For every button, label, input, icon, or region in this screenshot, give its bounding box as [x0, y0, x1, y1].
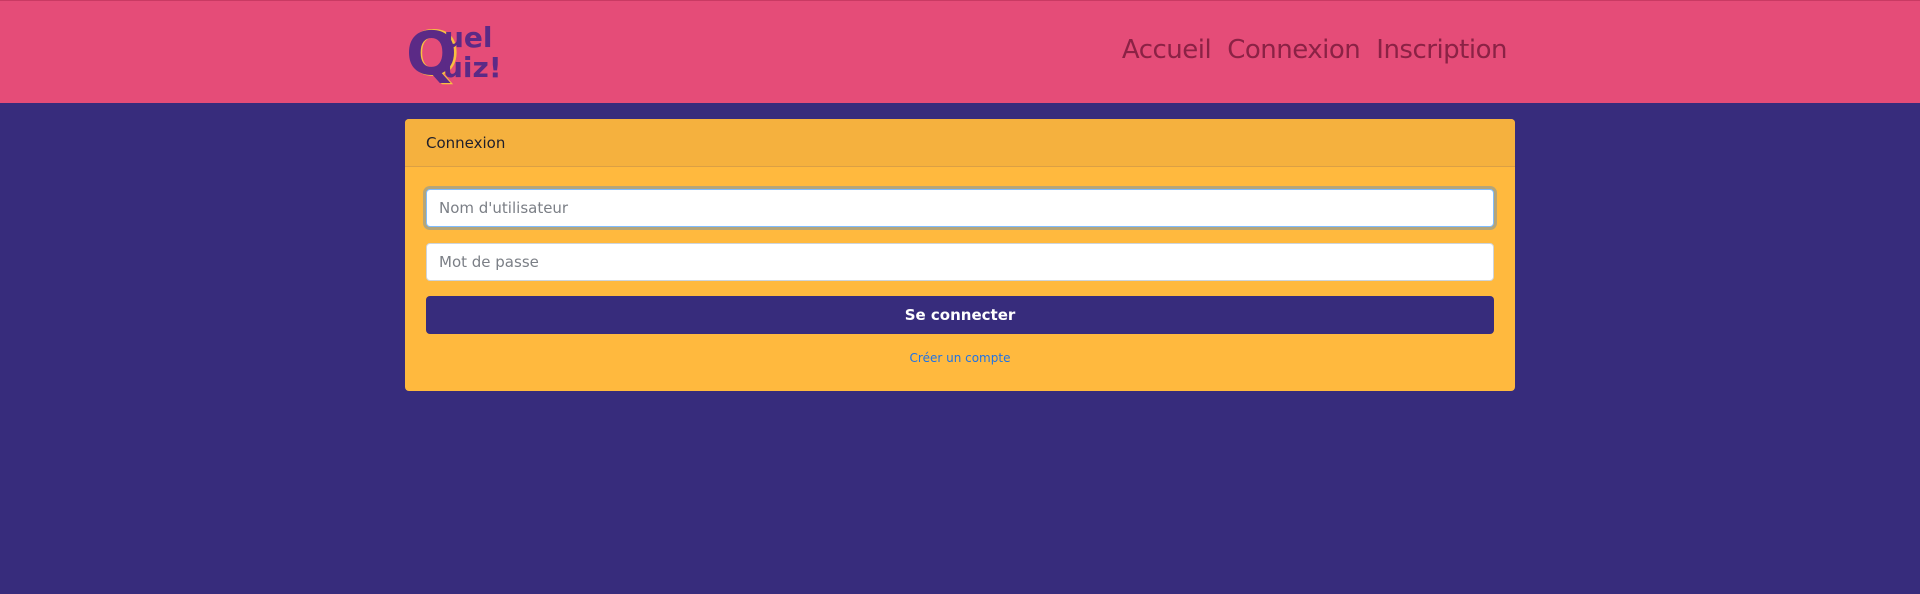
login-card-title: Connexion [405, 119, 1515, 167]
nav-link-accueil[interactable]: Accueil [1122, 35, 1212, 65]
nav-link-connexion[interactable]: Connexion [1227, 35, 1361, 65]
create-account-link[interactable]: Créer un compte [405, 351, 1515, 365]
username-input[interactable] [426, 189, 1494, 227]
logo-text-top: uel [444, 21, 493, 54]
navbar: Q Q uel uiz! Accueil Connexion Inscripti… [0, 0, 1920, 103]
login-card: Connexion Se connecter Créer un compte [405, 119, 1515, 391]
nav-link-inscription[interactable]: Inscription [1376, 35, 1507, 65]
main-nav: Accueil Connexion Inscription [1122, 35, 1508, 65]
logo-text-bottom: uiz! [443, 51, 502, 84]
login-submit-button[interactable]: Se connecter [426, 296, 1494, 334]
password-input[interactable] [426, 243, 1494, 281]
quelquiz-logo[interactable]: Q Q uel uiz! [406, 19, 506, 85]
